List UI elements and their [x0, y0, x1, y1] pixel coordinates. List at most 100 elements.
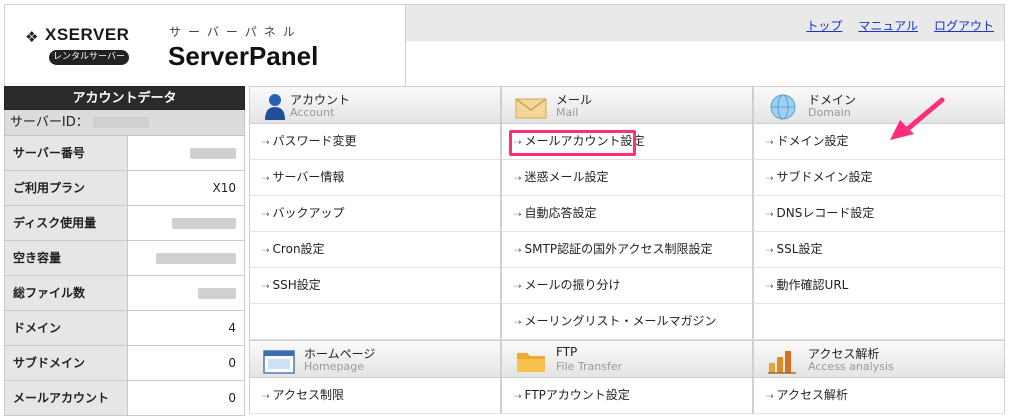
arrow-icon: ⇢	[514, 392, 522, 402]
menu-item-cron[interactable]: ⇢ Cron設定	[249, 232, 501, 268]
section-title-jp: FTP	[556, 345, 578, 359]
info-value: 0	[128, 346, 244, 380]
info-row: 空き容量	[4, 241, 245, 276]
menu-item-mailing-list[interactable]: ⇢ メーリングリスト・メールマガジン	[501, 304, 753, 340]
info-value	[128, 136, 244, 170]
info-row: ディスク使用量	[4, 206, 245, 241]
menu-item-label: FTPアカウント設定	[524, 388, 630, 402]
arrow-icon: ⇢	[766, 246, 774, 256]
arrow-icon: ⇢	[514, 318, 522, 328]
info-value: X10	[128, 171, 244, 205]
menu-item-label: SMTP認証の国外アクセス制限設定	[524, 242, 713, 256]
arrow-icon: ⇢	[766, 138, 774, 148]
menu-item-smtp-restriction[interactable]: ⇢ SMTP認証の国外アクセス制限設定	[501, 232, 753, 268]
server-id-row: サーバーID：	[4, 110, 245, 136]
redacted-value	[198, 288, 236, 299]
info-row: サーバー番号	[4, 136, 245, 171]
section-title-en: Domain	[808, 106, 851, 119]
account-data-title: アカウントデータ	[4, 86, 245, 110]
info-label: ドメイン	[5, 311, 128, 345]
info-value: 0	[128, 381, 244, 415]
arrow-icon: ⇢	[766, 282, 774, 292]
menu-item-label: メーリングリスト・メールマガジン	[524, 314, 717, 328]
info-label: 総ファイル数	[5, 276, 128, 310]
menu-item-label: ドメイン設定	[776, 134, 849, 148]
globe-icon	[770, 94, 796, 120]
manual-link[interactable]: マニュアル	[858, 17, 918, 34]
info-value	[128, 276, 244, 310]
info-row: 総ファイル数	[4, 276, 245, 311]
menu-item-access-restriction[interactable]: ⇢ アクセス制限	[249, 378, 501, 414]
menu-item-label: メールアカウント設定	[524, 134, 645, 148]
menu-item-ssl[interactable]: ⇢ SSL設定	[753, 232, 1005, 268]
menu-item-auto-reply[interactable]: ⇢ 自動応答設定	[501, 196, 753, 232]
section-title-en: File Transfer	[556, 360, 623, 373]
section-header-homepage: ホームページ Homepage	[249, 340, 501, 378]
section-title-en: Access analysis	[808, 360, 894, 373]
info-label: サブドメイン	[5, 346, 128, 380]
menu-item-label: Cron設定	[272, 242, 325, 256]
top-nav-bar: トップ マニュアル ログアウト	[406, 5, 1004, 41]
arrow-icon: ⇢	[514, 246, 522, 256]
xserver-logo-icon: ❖	[25, 28, 39, 46]
arrow-icon: ⇢	[262, 246, 270, 256]
logo-area[interactable]: ❖ XSERVER レンタルサーバー サーバーパネル ServerPanel	[4, 4, 406, 86]
section-title-en: Homepage	[304, 360, 364, 373]
arrow-icon: ⇢	[766, 392, 774, 402]
info-value	[128, 241, 244, 275]
top-nav-area: トップ マニュアル ログアウト	[406, 4, 1005, 86]
section-title-en: Account	[290, 106, 335, 119]
brand-name: XSERVER	[45, 25, 130, 44]
section-header-domain: ドメイン Domain	[753, 86, 1005, 124]
info-value	[128, 206, 244, 240]
arrow-icon: ⇢	[262, 210, 270, 220]
redacted-value	[156, 253, 236, 264]
arrow-icon: ⇢	[766, 210, 774, 220]
menu-item-server-info[interactable]: ⇢ サーバー情報	[249, 160, 501, 196]
info-row: サブドメイン 0	[4, 346, 245, 381]
menu-item-access-analysis[interactable]: ⇢ アクセス解析	[753, 378, 1005, 414]
menu-item-label: SSL設定	[776, 242, 823, 256]
arrow-icon: ⇢	[262, 138, 270, 148]
menu-item-backup[interactable]: ⇢ バックアップ	[249, 196, 501, 232]
browser-window-icon	[263, 350, 295, 374]
rental-server-badge: レンタルサーバー	[49, 50, 129, 65]
menu-item-spam[interactable]: ⇢ 迷惑メール設定	[501, 160, 753, 196]
section-title-en: Mail	[556, 106, 579, 119]
menu-item-label: サブドメイン設定	[776, 170, 873, 184]
menu-item-password-change[interactable]: ⇢ パスワード変更	[249, 124, 501, 160]
menu-item-label: SSH設定	[272, 278, 321, 292]
section-header-account: アカウント Account	[249, 86, 501, 124]
menu-item-mail-account[interactable]: ⇢ メールアカウント設定	[501, 124, 753, 160]
arrow-icon: ⇢	[262, 282, 270, 292]
menu-item-label: 自動応答設定	[524, 206, 597, 220]
menu-item-dns[interactable]: ⇢ DNSレコード設定	[753, 196, 1005, 232]
menu-item-subdomain[interactable]: ⇢ サブドメイン設定	[753, 160, 1005, 196]
menu-item-ftp-account[interactable]: ⇢ FTPアカウント設定	[501, 378, 753, 414]
user-icon	[265, 94, 285, 120]
menu-item-label: DNSレコード設定	[776, 206, 875, 220]
info-label: メールアカウント	[5, 381, 128, 415]
header: ❖ XSERVER レンタルサーバー サーバーパネル ServerPanel ト…	[4, 4, 1005, 86]
arrow-icon: ⇢	[514, 210, 522, 220]
menu-item-test-url[interactable]: ⇢ 動作確認URL	[753, 268, 1005, 304]
logout-link[interactable]: ログアウト	[934, 17, 994, 34]
arrow-icon: ⇢	[766, 174, 774, 184]
bar-chart-icon	[768, 351, 796, 374]
section-header-analytics: アクセス解析 Access analysis	[753, 340, 1005, 378]
redacted-value	[172, 218, 236, 229]
menu-column-1: アカウント Account ⇢ パスワード変更 ⇢ サーバー情報 ⇢ バックアップ ⇢…	[249, 86, 501, 414]
info-label: 空き容量	[5, 241, 128, 275]
server-id-label: サーバーID：	[10, 115, 89, 130]
menu-item-mail-filter[interactable]: ⇢ メールの振り分け	[501, 268, 753, 304]
empty-cell	[249, 304, 501, 340]
section-header-mail: メール Mail	[501, 86, 753, 124]
menu-item-label: 動作確認URL	[776, 278, 849, 292]
menu-item-ssh[interactable]: ⇢ SSH設定	[249, 268, 501, 304]
arrow-icon: ⇢	[514, 174, 522, 184]
redacted-value	[190, 148, 236, 159]
top-link[interactable]: トップ	[806, 17, 842, 34]
envelope-icon	[515, 98, 547, 119]
menu-item-label: メールの振り分け	[524, 278, 621, 292]
menu-item-domain-settings[interactable]: ⇢ ドメイン設定	[753, 124, 1005, 160]
